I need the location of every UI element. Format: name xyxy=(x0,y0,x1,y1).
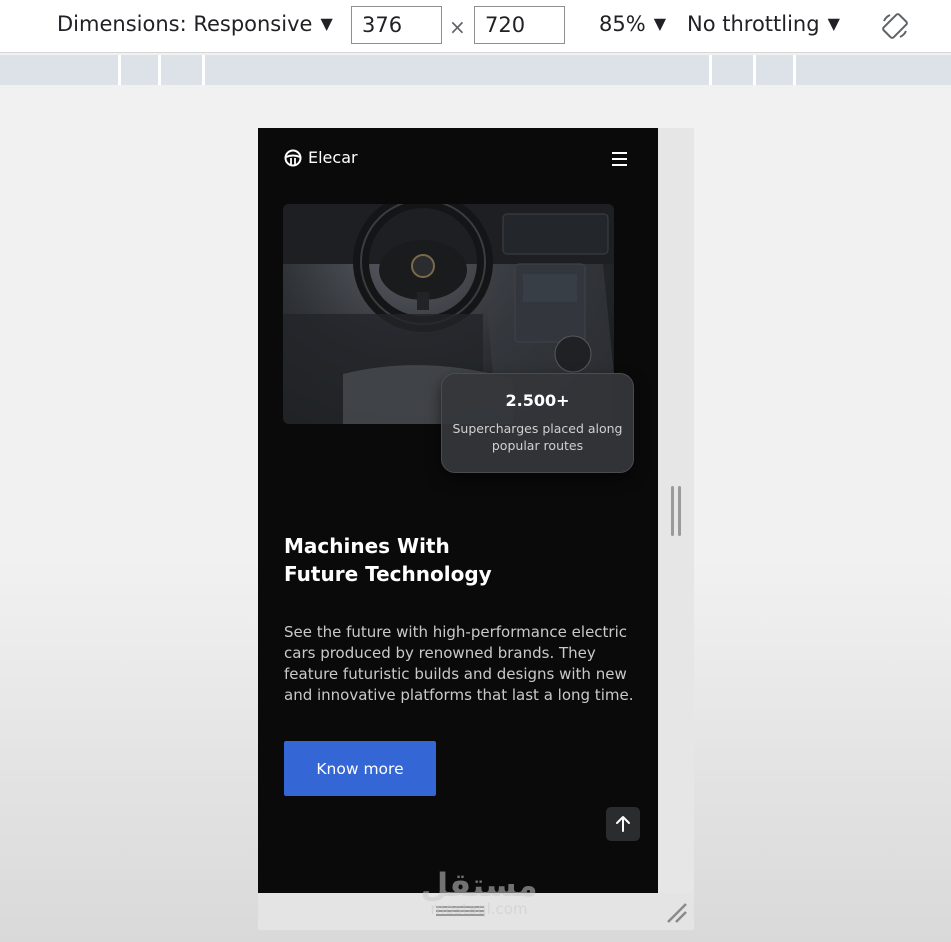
ruler-divider xyxy=(158,55,161,85)
ruler-divider xyxy=(753,55,756,85)
width-resize-handle[interactable] xyxy=(671,486,683,536)
zoom-value: 85% xyxy=(599,12,646,36)
throttling-dropdown[interactable]: No throttling ▼ xyxy=(687,12,840,36)
hamburger-menu-icon[interactable] xyxy=(610,149,632,167)
caret-down-icon: ▼ xyxy=(653,14,666,33)
brand-logo[interactable]: Elecar xyxy=(284,148,358,167)
zoom-dropdown[interactable]: 85% ▼ xyxy=(599,12,666,36)
watermark-logo: مستقل mostaql.com xyxy=(414,868,544,920)
media-query-bar[interactable] xyxy=(0,55,951,85)
brand-name: Elecar xyxy=(308,148,358,167)
arrow-up-icon xyxy=(616,816,630,832)
watermark-subtext: mostaql.com xyxy=(430,900,528,918)
know-more-button[interactable]: Know more xyxy=(284,741,436,796)
scroll-top-button[interactable] xyxy=(606,807,640,841)
dimensions-dropdown[interactable]: Dimensions: Responsive ▼ xyxy=(57,12,333,36)
emulated-viewport: Elecar 2.500+ Supercharges placed along … xyxy=(258,128,658,893)
width-input[interactable] xyxy=(351,6,442,44)
times-sign: × xyxy=(449,15,466,39)
ruler-divider xyxy=(202,55,205,85)
hero-headline: Machines With Future Technology xyxy=(284,532,604,588)
ruler-divider xyxy=(118,55,121,85)
rotate-icon[interactable] xyxy=(880,11,910,41)
throttling-value: No throttling xyxy=(687,12,820,36)
stat-label: Supercharges placed along popular routes xyxy=(452,421,623,453)
hero-description: See the future with high-performance ele… xyxy=(284,623,634,704)
headline-line-2: Future Technology xyxy=(284,562,492,586)
ruler-divider xyxy=(793,55,796,85)
dimensions-label: Dimensions: Responsive xyxy=(57,12,313,36)
site-header: Elecar xyxy=(258,128,658,188)
caret-down-icon: ▼ xyxy=(827,14,840,33)
steering-wheel-icon xyxy=(284,149,302,166)
stat-value: 2.500+ xyxy=(505,391,570,410)
height-input[interactable] xyxy=(474,6,565,44)
watermark-text: مستقل xyxy=(420,866,538,904)
device-toolbar: Dimensions: Responsive ▼ × 85% ▼ No thrott… xyxy=(0,0,951,53)
stat-card: 2.500+ Supercharges placed along popular… xyxy=(441,373,634,473)
corner-resize-handle[interactable] xyxy=(664,900,690,926)
caret-down-icon: ▼ xyxy=(320,14,333,33)
ruler-divider xyxy=(709,55,712,85)
headline-line-1: Machines With xyxy=(284,534,450,558)
